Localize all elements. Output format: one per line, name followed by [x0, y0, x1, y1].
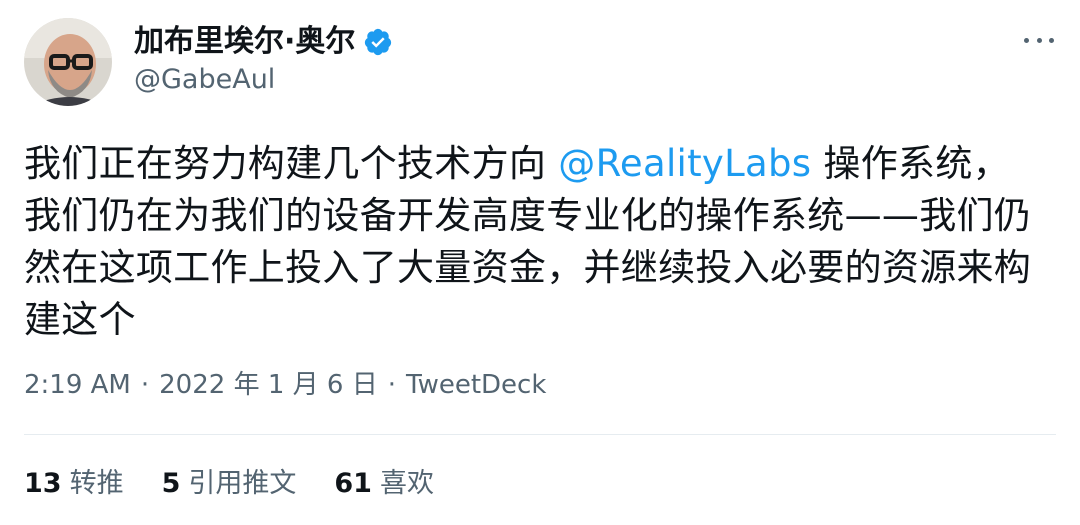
avatar-image [24, 18, 112, 106]
likes-stat[interactable]: 61 喜欢 [334, 464, 434, 504]
likes-count: 61 [334, 468, 372, 499]
quotes-label: 引用推文 [188, 468, 297, 499]
author-display-name[interactable]: 加布里埃尔·奥尔 [134, 24, 355, 60]
retweets-label: 转推 [69, 468, 124, 499]
tweet-source[interactable]: TweetDeck [406, 368, 546, 402]
avatar[interactable] [24, 18, 112, 106]
tweet-text: 我们正在努力构建几个技术方向 @RealityLabs 操作系统，我们仍在为我们… [24, 138, 1044, 346]
retweets-stat[interactable]: 13 转推 [24, 464, 124, 504]
tweet-time[interactable]: 2:19 AM [24, 368, 131, 402]
more-horizontal-icon-dot [1036, 37, 1042, 43]
author-handle[interactable]: @GabeAul [134, 64, 275, 96]
quotes-count: 5 [161, 468, 181, 499]
tweet-stats: 13 转推 5 引用推文 61 喜欢 [24, 464, 472, 504]
verified-badge-icon [363, 27, 393, 57]
author-name-row[interactable]: 加布里埃尔·奥尔 [134, 24, 393, 60]
tweet-text-part: 我们正在努力构建几个技术方向 [24, 142, 559, 185]
meta-separator: · [140, 370, 150, 400]
tweet-card: 加布里埃尔·奥尔 @GabeAul 我们正在努力构建几个技术方向 @Realit… [0, 0, 1080, 525]
likes-label: 喜欢 [379, 468, 434, 499]
more-options-button[interactable] [1024, 28, 1054, 52]
tweet-date[interactable]: 2022 年 1 月 6 日 [159, 368, 378, 402]
more-horizontal-icon-dot [1049, 37, 1054, 43]
meta-separator: · [387, 370, 396, 400]
tweet-meta: 2:19 AM · 2022 年 1 月 6 日 · TweetDeck [24, 368, 546, 402]
retweets-count: 13 [24, 468, 62, 499]
mention-link[interactable]: @RealityLabs [558, 142, 811, 185]
quotes-stat[interactable]: 5 引用推文 [162, 464, 297, 504]
divider [24, 434, 1056, 435]
more-horizontal-icon [1024, 37, 1029, 43]
